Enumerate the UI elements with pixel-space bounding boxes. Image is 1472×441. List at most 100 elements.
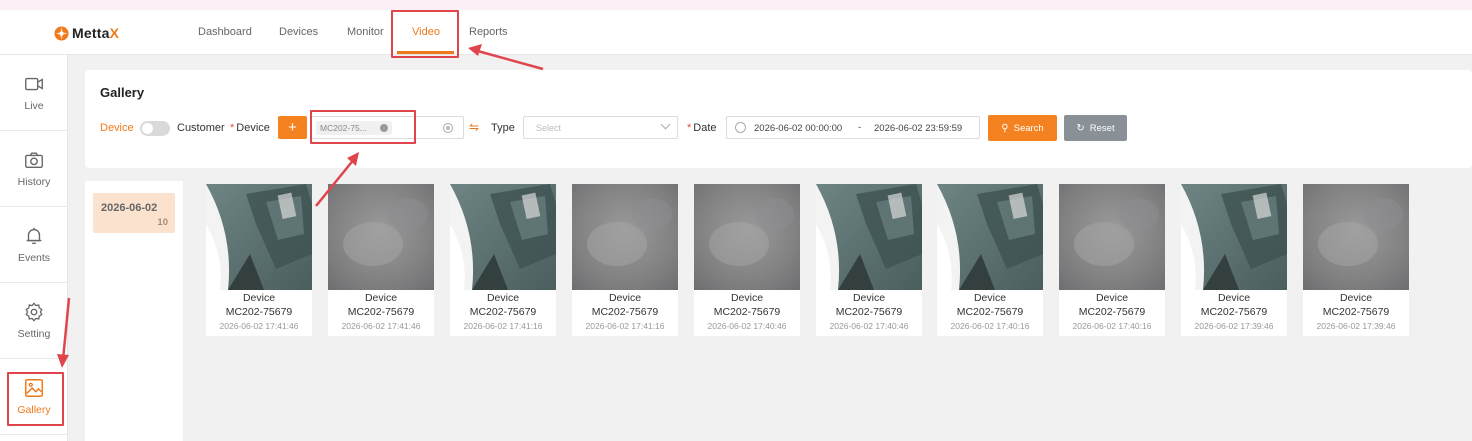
date-group-count: 10 [157, 217, 168, 228]
nav-reports[interactable]: Reports [469, 26, 508, 38]
gallery-item[interactable]: Device MC202-75679 2026-06-02 17:39:46 [1181, 184, 1287, 336]
date-group-date: 2026-06-02 [101, 202, 158, 214]
nav-dashboard[interactable]: Dashboard [198, 26, 252, 38]
image-icon [25, 379, 43, 397]
sidebar-item-setting[interactable]: Setting [0, 283, 68, 359]
date-end[interactable]: 2026-06-02 23:59:59 [874, 123, 962, 134]
gallery-item-time: 2026-06-02 17:39:46 [1316, 321, 1396, 331]
gallery-item-type: Device [608, 292, 642, 304]
refresh-icon: ↻ [1076, 122, 1085, 134]
search-icon: ⚲ [1001, 122, 1009, 134]
gallery-item-time: 2026-06-02 17:41:46 [341, 321, 421, 331]
add-device-button[interactable]: + [278, 116, 307, 139]
top-strip [0, 0, 1472, 10]
device-tag: MC202-75... [316, 121, 392, 135]
gallery-thumbnail[interactable] [1181, 184, 1287, 290]
gallery-thumbnail[interactable] [328, 184, 434, 290]
gallery-item-device: MC202-75679 [1200, 306, 1268, 318]
clear-icon[interactable] [443, 123, 453, 133]
date-range-picker[interactable]: 2026-06-02 00:00:00 - 2026-06-02 23:59:5… [726, 116, 980, 139]
sidebar-item-label: Gallery [17, 404, 51, 416]
gallery-item[interactable]: Device MC202-75679 2026-06-02 17:40:46 [816, 184, 922, 336]
sidebar-item-events[interactable]: Events [0, 207, 68, 283]
gallery-item-device: MC202-75679 [347, 306, 415, 318]
gallery-item[interactable]: Device MC202-75679 2026-06-02 17:40:16 [1059, 184, 1165, 336]
nav-devices[interactable]: Devices [279, 26, 318, 38]
gallery-thumbnail[interactable] [450, 184, 556, 290]
sidebar-item-live[interactable]: Live [0, 55, 68, 131]
gallery-item[interactable]: Device MC202-75679 2026-06-02 17:39:46 [1303, 184, 1409, 336]
gallery-item-device: MC202-75679 [956, 306, 1024, 318]
gallery-item-device: MC202-75679 [713, 306, 781, 318]
gallery-item-type: Device [242, 292, 276, 304]
date-separator: - [858, 122, 862, 133]
sidebar-item-label: Events [17, 252, 51, 264]
page-title: Gallery [100, 85, 145, 100]
toggle-knob [142, 123, 153, 134]
tag-remove-icon[interactable] [380, 124, 388, 132]
gallery-item[interactable]: Device MC202-75679 2026-06-02 17:41:46 [206, 184, 312, 336]
gallery-item-type: Device [1217, 292, 1251, 304]
gallery-item[interactable]: Device MC202-75679 2026-06-02 17:40:46 [694, 184, 800, 336]
gallery-item-device: MC202-75679 [591, 306, 659, 318]
gallery-item-type: Device [1095, 292, 1129, 304]
sidebar-item-label: Live [24, 100, 44, 112]
logo-text: MettaX [72, 25, 120, 41]
logo[interactable]: MettaX [54, 24, 119, 42]
device-select[interactable]: MC202-75... [311, 116, 464, 139]
sidebar-item-label: Setting [17, 328, 51, 340]
sidebar-item-gallery[interactable]: Gallery [0, 359, 68, 435]
gallery-item-type: Device [486, 292, 520, 304]
gallery-thumbnail[interactable] [1303, 184, 1409, 290]
nav-monitor[interactable]: Monitor [347, 26, 384, 38]
gallery-item-device: MC202-75679 [225, 306, 293, 318]
gallery-item-type: Device [973, 292, 1007, 304]
mode-device-label: Device [100, 122, 134, 134]
reset-button[interactable]: ↻ Reset [1064, 115, 1127, 141]
gallery-item-type: Device [1339, 292, 1373, 304]
swap-icon[interactable]: ⇋ [469, 120, 479, 134]
gallery-item-device: MC202-75679 [1078, 306, 1146, 318]
gallery-item[interactable]: Device MC202-75679 2026-06-02 17:40:16 [937, 184, 1043, 336]
search-button[interactable]: ⚲ Search [988, 115, 1057, 141]
gallery-item-type: Device [364, 292, 398, 304]
date-group-item[interactable]: 2026-06-02 10 [93, 193, 175, 233]
logo-icon [54, 25, 69, 41]
gallery-thumbnail[interactable] [206, 184, 312, 290]
gallery-item-time: 2026-06-02 17:41:16 [585, 321, 665, 331]
gallery-thumbnail[interactable] [572, 184, 678, 290]
gallery-item-device: MC202-75679 [469, 306, 537, 318]
gallery-item-type: Device [852, 292, 886, 304]
gallery-item-device: MC202-75679 [1322, 306, 1390, 318]
date-start[interactable]: 2026-06-02 00:00:00 [754, 123, 842, 134]
filter-card: Gallery Device Customer * Device + MC202-… [85, 70, 1472, 168]
gallery-item-time: 2026-06-02 17:40:16 [950, 321, 1030, 331]
gallery-item-time: 2026-06-02 17:40:46 [829, 321, 909, 331]
mode-toggle[interactable] [140, 121, 170, 136]
gallery-item[interactable]: Device MC202-75679 2026-06-02 17:41:16 [450, 184, 556, 336]
gallery-item-time: 2026-06-02 17:41:16 [463, 321, 543, 331]
sidebar-item-history[interactable]: History [0, 131, 68, 207]
video-camera-icon [25, 77, 43, 91]
gallery-item-device: MC202-75679 [835, 306, 903, 318]
nav-active-underline [397, 51, 454, 54]
sidebar: Live History Events Setting Gallery [0, 55, 68, 441]
clock-icon [735, 122, 746, 133]
gallery-thumbnail[interactable] [937, 184, 1043, 290]
nav-video[interactable]: Video [412, 26, 440, 38]
gallery-item[interactable]: Device MC202-75679 2026-06-02 17:41:16 [572, 184, 678, 336]
gallery-thumbnail[interactable] [1059, 184, 1165, 290]
type-label: Type [491, 122, 515, 134]
gallery-item[interactable]: Device MC202-75679 2026-06-02 17:41:46 [328, 184, 434, 336]
date-label: * Date [687, 122, 717, 134]
gallery-item-time: 2026-06-02 17:41:46 [219, 321, 299, 331]
gallery-thumbnail[interactable] [694, 184, 800, 290]
gallery-thumbnail[interactable] [816, 184, 922, 290]
gallery-item-time: 2026-06-02 17:40:46 [707, 321, 787, 331]
filter-row: Device Customer * Device + MC202-75... ⇋ … [85, 115, 1472, 141]
mode-customer-label: Customer [177, 122, 225, 134]
gallery-item-type: Device [730, 292, 764, 304]
type-select[interactable]: Select [523, 116, 678, 139]
gallery-item-time: 2026-06-02 17:40:16 [1072, 321, 1152, 331]
chevron-down-icon [660, 119, 671, 130]
